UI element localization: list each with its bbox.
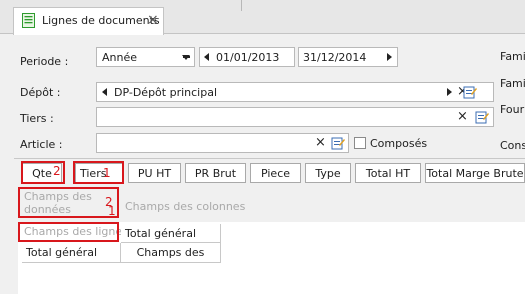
annotation-number: 2 [53,164,61,178]
date-from-value: 01/01/2013 [216,51,280,64]
periode-type-select[interactable]: Année [96,47,195,67]
tiers-field[interactable]: × [96,107,494,127]
composes-label: Composés [370,137,428,150]
famille-label-2: Famill [500,77,525,90]
date-to-field[interactable]: 31/12/2014 [298,47,398,67]
field-total-marge-brute-button[interactable]: Total Marge Brute [425,163,525,183]
close-icon[interactable]: × [147,12,159,28]
annotation-box-data-area [18,187,119,218]
pivot-separator [14,158,525,159]
document-icon [22,13,35,28]
annotation-box-row-area [18,222,119,242]
clear-icon[interactable]: × [315,136,326,150]
minus-icon[interactable] [183,56,190,58]
constructeur-label: Const [500,139,525,152]
data-cell: Champs des [121,243,221,263]
date-to-value: 31/12/2014 [303,51,367,64]
clear-icon[interactable]: × [457,110,468,124]
article-field[interactable]: × [96,133,349,153]
date-from-field[interactable]: 01/01/2013 [199,47,295,67]
field-pr-brut-button[interactable]: PR Brut [185,163,246,183]
tiers-label: Tiers : [20,112,54,125]
article-label: Article : [20,138,63,151]
tabstrip-divider [241,0,242,11]
periode-label: Periode : [20,55,69,68]
grand-total-row-header: Total général [22,243,121,263]
annotation-number: 1 [103,166,111,180]
composes-checkbox[interactable] [354,137,366,149]
annotation-number: 1 [108,204,116,218]
fournisseur-label: Fourn [500,103,525,116]
arrow-right-icon[interactable] [387,53,392,61]
depot-label: Dépôt : [20,86,61,99]
column-area-hint[interactable]: Champs des colonnes [125,200,245,213]
depot-value: DP-Dépôt principal [114,86,218,99]
field-type-button[interactable]: Type [305,163,351,183]
grand-total-column-header: Total général [121,224,221,243]
arrow-left-icon[interactable] [204,53,209,61]
edit-icon[interactable] [463,85,477,99]
annotation-box-tiers [73,161,124,184]
famille-label-1: Famill [500,50,525,63]
tab-title: Lignes de documents [42,14,160,27]
tab-lignes-de-documents[interactable]: Lignes de documents × [13,7,164,35]
field-total-ht-button[interactable]: Total HT [355,163,421,183]
field-pu-ht-button[interactable]: PU HT [128,163,181,183]
edit-icon[interactable] [475,110,489,124]
arrow-right-icon[interactable] [447,88,452,96]
arrow-left-icon[interactable] [102,88,107,96]
field-piece-button[interactable]: Piece [250,163,301,183]
periode-type-value: Année [102,50,138,64]
document-tabstrip: Lignes de documents × [0,0,525,35]
edit-icon[interactable] [331,136,345,150]
depot-field[interactable]: DP-Dépôt principal × [96,82,494,102]
